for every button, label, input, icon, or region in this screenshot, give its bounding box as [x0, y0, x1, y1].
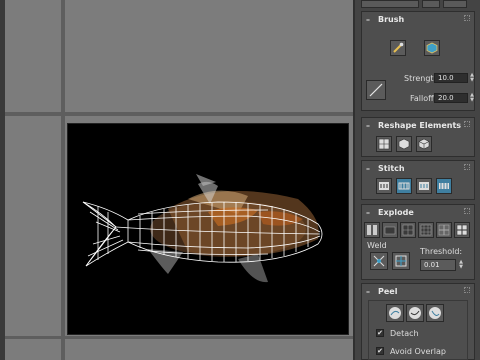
stitch-title: Stitch	[378, 163, 405, 173]
reshape-elements-title: Reshape Elements	[378, 120, 462, 130]
reset-peel-button[interactable]	[426, 304, 444, 322]
collapse-icon: –	[366, 207, 370, 217]
peel-icon	[429, 307, 441, 319]
bottom-splitter[interactable]	[5, 336, 353, 339]
curve-icon	[369, 83, 383, 97]
smoothing-grid-icon	[420, 224, 432, 236]
threshold-label: Threshold:	[420, 247, 463, 256]
pin-icon	[464, 164, 470, 170]
uv-editor-area	[5, 0, 353, 360]
fish-model	[82, 174, 323, 283]
brush-icon	[393, 42, 404, 53]
horizontal-splitter[interactable]	[5, 112, 353, 116]
stitch-to-target-button[interactable]	[376, 178, 392, 194]
threshold-spinner-arrows[interactable]: ▲ ▼	[458, 260, 464, 270]
threshold-dropdown[interactable]: 0.01	[420, 259, 456, 271]
options-grid-icon	[456, 224, 468, 236]
explode-header[interactable]: – Explode	[362, 205, 474, 219]
stitch-icon	[398, 182, 410, 190]
options-button[interactable]	[443, 0, 467, 8]
stitch-to-source-button[interactable]	[416, 178, 432, 194]
add-button[interactable]	[422, 0, 440, 8]
collapse-icon: –	[366, 286, 370, 296]
pin-icon	[464, 15, 470, 21]
cube-icon	[418, 138, 430, 150]
collapse-icon: –	[366, 163, 370, 173]
peel-header[interactable]: – Peel	[362, 284, 474, 298]
avoid-overlap-label: Avoid Overlap	[390, 347, 446, 356]
quick-peel-button[interactable]	[386, 304, 404, 322]
weld-icon	[373, 255, 385, 267]
detach-icon	[384, 226, 396, 235]
collapse-icon: –	[366, 14, 370, 24]
reshape-elements-header[interactable]: – Reshape Elements	[362, 118, 474, 132]
flatten-by-polygon-button[interactable]	[400, 222, 416, 238]
texture-viewport[interactable]	[67, 123, 349, 335]
pin-icon	[464, 121, 470, 127]
explode-title: Explode	[378, 207, 414, 217]
stitch-average-button[interactable]	[396, 178, 412, 194]
relax-shape-button[interactable]	[396, 136, 412, 152]
grid-icon	[378, 138, 390, 150]
peel-rollout: – Peel ✔ Detach ✔ Avoid Overlap	[361, 283, 475, 360]
paint-brush-button[interactable]	[390, 40, 406, 56]
falloff-label: Falloff:	[410, 94, 437, 103]
peel-mode-button[interactable]	[406, 304, 424, 322]
detach-checkbox[interactable]: ✔	[376, 329, 384, 337]
weld-selected-button[interactable]	[370, 252, 388, 270]
flatten-by-smoothing-button[interactable]	[418, 222, 434, 238]
peel-icon	[389, 307, 401, 319]
avoid-overlap-checkbox[interactable]: ✔	[376, 347, 384, 355]
panel-top-toolbar	[361, 0, 476, 8]
relax-brush-button[interactable]	[424, 40, 440, 56]
stitch-icon	[379, 182, 389, 190]
strength-spinner[interactable]: 10.0	[434, 73, 468, 83]
weld-all-icon	[395, 255, 407, 267]
pin-icon	[464, 287, 470, 293]
straighten-button[interactable]	[376, 136, 392, 152]
brush-rollout: – Brush Strength: 10.0 ▲ ▼ Falloff: 20.0 …	[361, 11, 475, 111]
command-panel: – Brush Strength: 10.0 ▲ ▼ Falloff: 20.0 …	[353, 0, 480, 360]
falloff-curve-button[interactable]	[366, 80, 386, 100]
stitch-header[interactable]: – Stitch	[362, 161, 474, 175]
pin-icon	[464, 208, 470, 214]
stitch-custom-button[interactable]	[436, 178, 452, 194]
polygon-grid-icon	[402, 224, 414, 236]
material-grid-icon	[438, 224, 450, 236]
peel-title: Peel	[378, 286, 398, 296]
reshape-elements-rollout: – Reshape Elements	[361, 117, 475, 157]
weld-all-button[interactable]	[392, 252, 410, 270]
brush-rollout-header[interactable]: – Brush	[362, 12, 474, 26]
collapse-icon: –	[366, 120, 370, 130]
weld-label: Weld	[367, 241, 387, 250]
flatten-button[interactable]	[416, 136, 432, 152]
detach-label: Detach	[390, 329, 419, 338]
peel-icon	[409, 307, 421, 319]
falloff-spinner[interactable]: 20.0	[434, 93, 468, 103]
selection-button[interactable]	[361, 0, 419, 8]
detach-button[interactable]	[382, 222, 398, 238]
strength-spinner-arrows[interactable]: ▲ ▼	[469, 73, 475, 83]
stitch-rollout: – Stitch	[361, 160, 475, 200]
break-button[interactable]	[364, 222, 380, 238]
vertical-splitter[interactable]	[61, 0, 65, 360]
stitch-icon	[419, 182, 429, 190]
cube-icon	[426, 42, 438, 54]
explode-rollout: – Explode Weld Threshold: 0.01 ▲ ▼	[361, 204, 475, 280]
flatten-options-button[interactable]	[454, 222, 470, 238]
cube-icon	[398, 138, 410, 150]
break-icon	[367, 225, 377, 235]
flatten-by-material-button[interactable]	[436, 222, 452, 238]
brush-title: Brush	[378, 14, 405, 24]
falloff-spinner-arrows[interactable]: ▲ ▼	[469, 93, 475, 103]
stitch-icon	[439, 183, 449, 189]
